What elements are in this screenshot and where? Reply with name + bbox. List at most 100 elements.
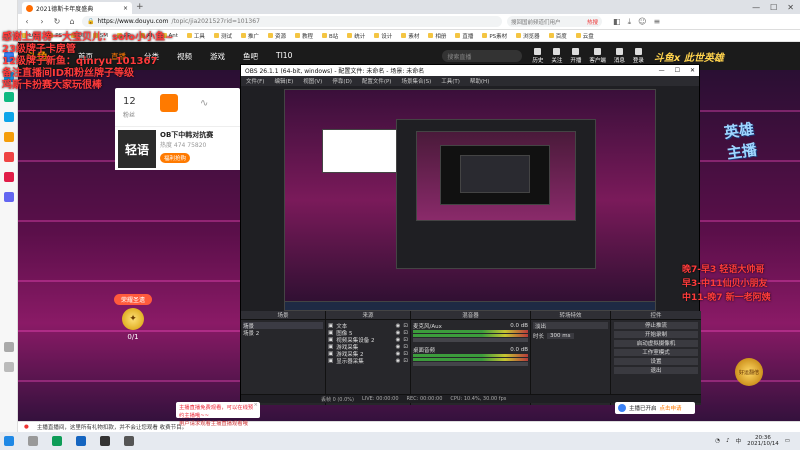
audio-wave-icon[interactable]: ∿ [200,98,208,109]
lock-icon[interactable]: ⊡ [403,351,408,357]
refresh-icon[interactable]: ↻ [52,17,62,27]
start-icon[interactable] [4,436,14,446]
gift-widget[interactable]: 荣耀圣遗 ✦ 0/1 [114,294,152,341]
obs-menu-item[interactable]: 文件(F) [246,77,264,85]
notice-popup[interactable]: 主播直播免费观看，可以在线预约主播哦~~ 用户请求观看主播直播观看哦 × [176,402,260,427]
obs-control-button[interactable]: 工作室模式 [614,348,698,356]
tools-icon[interactable] [3,192,14,202]
menu-icon[interactable]: ≡ [653,17,660,27]
extension-icon[interactable]: ◧ [613,17,621,27]
recorder-taskbar-icon[interactable] [124,436,134,446]
home-icon[interactable]: ⌂ [67,17,77,27]
add-icon[interactable] [3,342,14,352]
visibility-icon[interactable]: ◉ [396,351,401,357]
obs-menu-item[interactable]: 帮助(H) [470,77,489,85]
bookmark-item[interactable]: 云盘 [575,32,594,40]
bookmark-item[interactable]: 素材 [401,32,419,40]
obs-menu-item[interactable]: 停靠(D) [332,77,352,85]
obs-control-button[interactable]: 设置 [614,357,698,365]
promo-button[interactable]: 福利抢购 [160,153,191,163]
transition-select[interactable]: 淡出 [533,322,608,330]
bookmark-item[interactable]: 百度 [548,32,567,40]
header-banner[interactable]: 斗鱼x 此世英雄 [654,49,724,64]
visibility-icon[interactable]: ◉ [396,358,401,364]
volume-slider[interactable] [413,362,528,366]
header-action[interactable]: 登录 [633,48,644,64]
notification-icon[interactable]: ▭ [785,438,790,444]
lock-icon[interactable]: ⊡ [403,344,408,350]
url-field[interactable]: 🔒 https://www.douyu.com/topic/jia2021527… [82,16,502,27]
bookmark-item[interactable]: 统计 [347,32,365,40]
bookmark-item[interactable]: 工具 [186,32,205,40]
minimize-icon[interactable]: — [752,3,760,12]
obs-preview[interactable] [284,89,656,311]
clock[interactable]: 20:36 2021/10/14 [747,435,779,447]
header-action[interactable]: 历史 [532,48,543,64]
site-search-input[interactable]: 搜索直播 [442,50,523,62]
settings-icon[interactable] [3,362,14,372]
lock-icon[interactable]: ⊡ [403,337,408,343]
obs-menu-item[interactable]: 编辑(E) [274,77,293,85]
site-nav-item[interactable]: 鱼吧 [243,51,258,62]
bookmark-item[interactable]: 资源 [267,32,286,40]
header-action[interactable]: 消息 [614,48,625,64]
network-icon[interactable]: ◔ [715,438,720,444]
new-tab-button[interactable]: + [136,2,144,12]
app-taskbar-icon[interactable] [76,436,86,446]
obs-minimize-icon[interactable]: — [659,67,665,74]
forward-icon[interactable]: › [37,17,47,27]
maximize-icon[interactable]: ☐ [770,3,777,12]
browser-search-input[interactable]: 搜回国前频道们用户 热搜 [507,16,602,27]
obs-maximize-icon[interactable]: ☐ [675,67,680,74]
ime-indicator[interactable]: 中 [736,437,742,445]
bookmark-item[interactable]: 设计 [374,32,392,40]
header-action[interactable]: 客户端 [589,48,606,64]
obs-taskbar-icon[interactable] [100,436,110,446]
bookmark-item[interactable]: PS素材 [482,32,507,40]
app-icon[interactable] [3,172,14,182]
visibility-icon[interactable]: ◉ [396,337,401,343]
obs-window[interactable]: OBS 26.1.1 (64-bit, windows) - 配置文件: 未命名… [240,64,701,405]
close-window-icon[interactable]: ✕ [787,3,794,12]
site-nav-item[interactable]: TI10 [276,51,292,62]
bookmark-item[interactable]: 测试 [213,32,232,40]
bookmark-item[interactable]: 推广 [240,32,259,40]
notes-icon[interactable] [3,132,14,142]
lock-icon[interactable]: ⊡ [403,323,408,329]
right-promo-link[interactable]: 点击申请 [660,404,682,412]
obs-control-button[interactable]: 停止推流 [614,321,698,329]
bookmark-item[interactable]: 直播 [455,32,473,40]
bookmark-item[interactable]: 教程 [294,32,313,40]
scene-item[interactable]: 场景 2 [243,329,323,337]
download-icon[interactable]: ⤓ [628,17,632,27]
notice-close-icon[interactable]: × [254,402,258,408]
obs-menu-item[interactable]: 视图(V) [303,77,322,85]
obs-control-button[interactable]: 开始录制 [614,330,698,338]
lucky-badge[interactable]: 好运翻倍 [735,358,763,386]
obs-menu-item[interactable]: 场景集合(S) [401,77,431,85]
duration-input[interactable]: 300 ms [547,332,574,339]
volume-slider[interactable] [413,338,528,342]
source-item[interactable]: ▣ 显示器采集 ◉ ⊡ [328,357,408,365]
header-action[interactable]: 关注 [551,48,562,64]
header-action[interactable]: 开播 [570,48,581,64]
rank-badge-icon[interactable] [160,94,178,112]
close-tab-icon[interactable]: × [123,5,128,12]
bookmark-item[interactable]: 浏览器 [516,32,540,40]
obs-menu-item[interactable]: 工具(T) [441,77,460,85]
bookmark-item[interactable]: 相册 [428,32,446,40]
lock-icon[interactable]: ⊡ [403,358,408,364]
lock-icon[interactable]: ⊡ [403,330,408,336]
browser-taskbar-icon[interactable] [52,436,62,446]
chat-icon[interactable] [3,92,14,102]
back-icon[interactable]: ‹ [22,17,32,27]
obs-menu-item[interactable]: 配置文件(P) [362,77,392,85]
site-nav-item[interactable]: 视频 [177,51,192,62]
visibility-icon[interactable]: ◉ [396,330,401,336]
video-icon[interactable] [3,152,14,162]
visibility-icon[interactable]: ◉ [396,344,401,350]
browser-tab[interactable]: 2021德斯卡年度盛典 × [22,2,132,14]
obs-control-button[interactable]: 退出 [614,366,698,374]
bookmark-item[interactable]: B站 [322,32,338,40]
task-view-icon[interactable] [28,436,38,446]
